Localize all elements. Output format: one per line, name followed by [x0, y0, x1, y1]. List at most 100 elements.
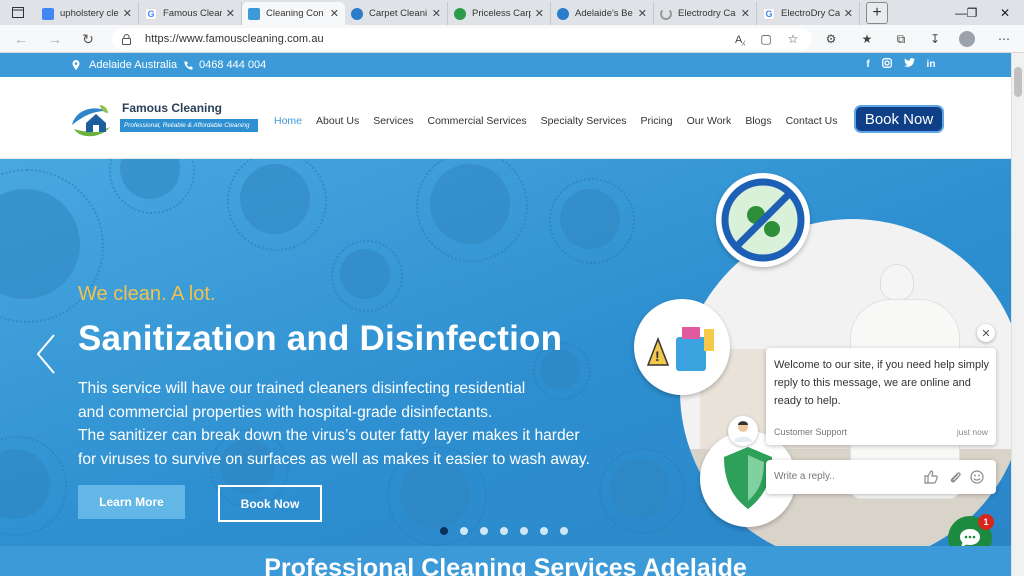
browser-tab[interactable]: G Famous Clean ✕: [139, 2, 242, 25]
learn-more-button[interactable]: Learn More: [78, 485, 185, 519]
nav-contact-us[interactable]: Contact Us: [786, 115, 838, 127]
phone-info[interactable]: 0468 444 004: [184, 59, 266, 71]
browser-tab[interactable]: Cleaning Con ✕: [242, 2, 345, 25]
slider-dot[interactable]: [440, 527, 448, 535]
emoji-icon[interactable]: [970, 470, 984, 484]
nav-commercial-services[interactable]: Commercial Services: [427, 115, 526, 127]
svg-text:!: !: [655, 348, 660, 364]
tab-close-icon[interactable]: ✕: [638, 7, 647, 20]
thumbs-up-icon[interactable]: [924, 470, 938, 484]
phone-text: 0468 444 004: [199, 59, 267, 71]
google-icon: G: [763, 7, 775, 20]
collections-icon[interactable]: ⧉: [892, 30, 910, 48]
more-menu-icon[interactable]: ⋯: [995, 30, 1013, 48]
tab-close-icon[interactable]: ✕: [432, 7, 441, 20]
instagram-icon[interactable]: [880, 58, 894, 72]
linkedin-icon[interactable]: in: [924, 58, 938, 72]
tab-close-icon[interactable]: ✕: [123, 7, 132, 20]
scrollbar-thumb[interactable]: [1014, 67, 1022, 97]
tab-title: Priceless Carp: [472, 8, 531, 19]
google-icon: G: [145, 7, 157, 20]
twitter-icon[interactable]: [902, 58, 916, 72]
tab-actions-icon: [12, 7, 24, 18]
browser-tab[interactable]: Electrodry Ca ✕: [654, 2, 757, 25]
chat-close-button[interactable]: ✕: [977, 324, 995, 342]
tab-title: Famous Clean: [163, 8, 222, 19]
tab-close-icon[interactable]: ✕: [226, 7, 235, 20]
extensions-icon[interactable]: ⚙: [822, 30, 840, 48]
forward-button[interactable]: →: [44, 29, 66, 49]
phone-icon: [184, 61, 193, 70]
chat-unread-badge: 1: [978, 514, 994, 530]
hero-tagline: We clean. A lot.: [78, 283, 216, 305]
tab-title: upholstery cle: [60, 8, 119, 19]
browser-tab[interactable]: upholstery cle ✕: [36, 2, 139, 25]
slider-prev-arrow-icon[interactable]: [34, 333, 58, 375]
tab-close-icon[interactable]: ✕: [844, 7, 853, 20]
url-text: https://www.famouscleaning.com.au: [145, 33, 324, 45]
browser-tab[interactable]: Carpet Cleani ✕: [345, 2, 448, 25]
slider-dot[interactable]: [560, 527, 568, 535]
contact-topbar: Adelaide Australia 0468 444 004 f in: [0, 53, 1011, 77]
site-header: Famous Cleaning Professional, Reliable &…: [0, 77, 1011, 159]
browser-tab[interactable]: Adelaide's Be ✕: [551, 2, 654, 25]
tab-close-icon[interactable]: ✕: [741, 7, 750, 20]
nav-blogs[interactable]: Blogs: [745, 115, 771, 127]
tab-close-icon[interactable]: ✕: [535, 7, 544, 20]
chat-timestamp: just now: [956, 427, 988, 437]
tab-actions-button[interactable]: [0, 0, 36, 25]
site-logo[interactable]: Famous Cleaning Professional, Reliable &…: [70, 99, 260, 139]
slider-dot[interactable]: [540, 527, 548, 535]
lock-icon: [122, 33, 131, 45]
url-field[interactable]: https://www.famouscleaning.com.au: [112, 28, 812, 50]
immersive-reader-icon[interactable]: ▢: [757, 30, 775, 48]
new-tab-button[interactable]: +: [866, 2, 888, 24]
tab-title: Carpet Cleani: [369, 8, 428, 19]
tab-title: Electrodry Ca: [678, 8, 736, 19]
nav-about-us[interactable]: About Us: [316, 115, 359, 127]
section-title: Professional Cleaning Services Adelaide: [264, 554, 747, 576]
hero-book-now-button[interactable]: Book Now: [218, 485, 322, 522]
nav-services[interactable]: Services: [373, 115, 413, 127]
tab-title: ElectroDry Ca: [781, 8, 840, 19]
nav-home[interactable]: Home: [274, 115, 302, 127]
profile-avatar[interactable]: [958, 30, 976, 48]
slider-dot[interactable]: [460, 527, 468, 535]
favorite-star-icon[interactable]: ☆: [784, 30, 802, 48]
nav-pricing[interactable]: Pricing: [640, 115, 672, 127]
slider-dot[interactable]: [480, 527, 488, 535]
nav-our-work[interactable]: Our Work: [687, 115, 732, 127]
back-button[interactable]: ←: [10, 29, 32, 49]
book-now-header-button[interactable]: Book Now: [856, 107, 942, 131]
hero-description-line: The sanitizer can break down the virus’s…: [78, 427, 580, 444]
chat-author: Customer Support: [774, 427, 848, 437]
nav-specialty-services[interactable]: Specialty Services: [541, 115, 627, 127]
refresh-icon: [454, 7, 466, 20]
close-window-button[interactable]: ✕: [984, 0, 1024, 25]
main-navigation: Home About Us Services Commercial Servic…: [274, 115, 852, 127]
hero-title: Sanitization and Disinfection: [78, 319, 563, 358]
chat-reply-box[interactable]: Write a reply..: [766, 460, 996, 494]
virus-decoration: [0, 169, 104, 323]
no-virus-badge-icon: [716, 173, 810, 267]
tab-close-icon[interactable]: ✕: [330, 7, 339, 20]
browser-tab[interactable]: G ElectroDry Ca ✕: [757, 2, 860, 25]
read-aloud-icon[interactable]: A⁁: [731, 30, 749, 48]
refresh-button[interactable]: ↻: [77, 29, 99, 49]
slider-dot[interactable]: [520, 527, 528, 535]
attach-icon[interactable]: [948, 470, 962, 484]
facebook-icon[interactable]: f: [861, 58, 875, 72]
virus-decoration: [109, 159, 195, 214]
browser-tab[interactable]: Priceless Carp ✕: [448, 2, 551, 25]
page-scrollbar[interactable]: [1011, 53, 1024, 576]
logo-name: Famous Cleaning: [122, 101, 223, 115]
downloads-icon[interactable]: ↧: [926, 30, 944, 48]
map-pin-icon: [72, 60, 80, 70]
browser-tab-strip: upholstery cle ✕ G Famous Clean ✕ Cleaning Co…: [0, 0, 1024, 25]
support-agent-avatar: [728, 416, 758, 446]
docs-icon: [42, 7, 54, 20]
slider-dot[interactable]: [500, 527, 508, 535]
address-bar: ← → ↻ https://www.famouscleaning.com.au …: [0, 25, 1024, 53]
virus-decoration: [0, 436, 67, 536]
favorites-icon[interactable]: ★: [858, 30, 876, 48]
